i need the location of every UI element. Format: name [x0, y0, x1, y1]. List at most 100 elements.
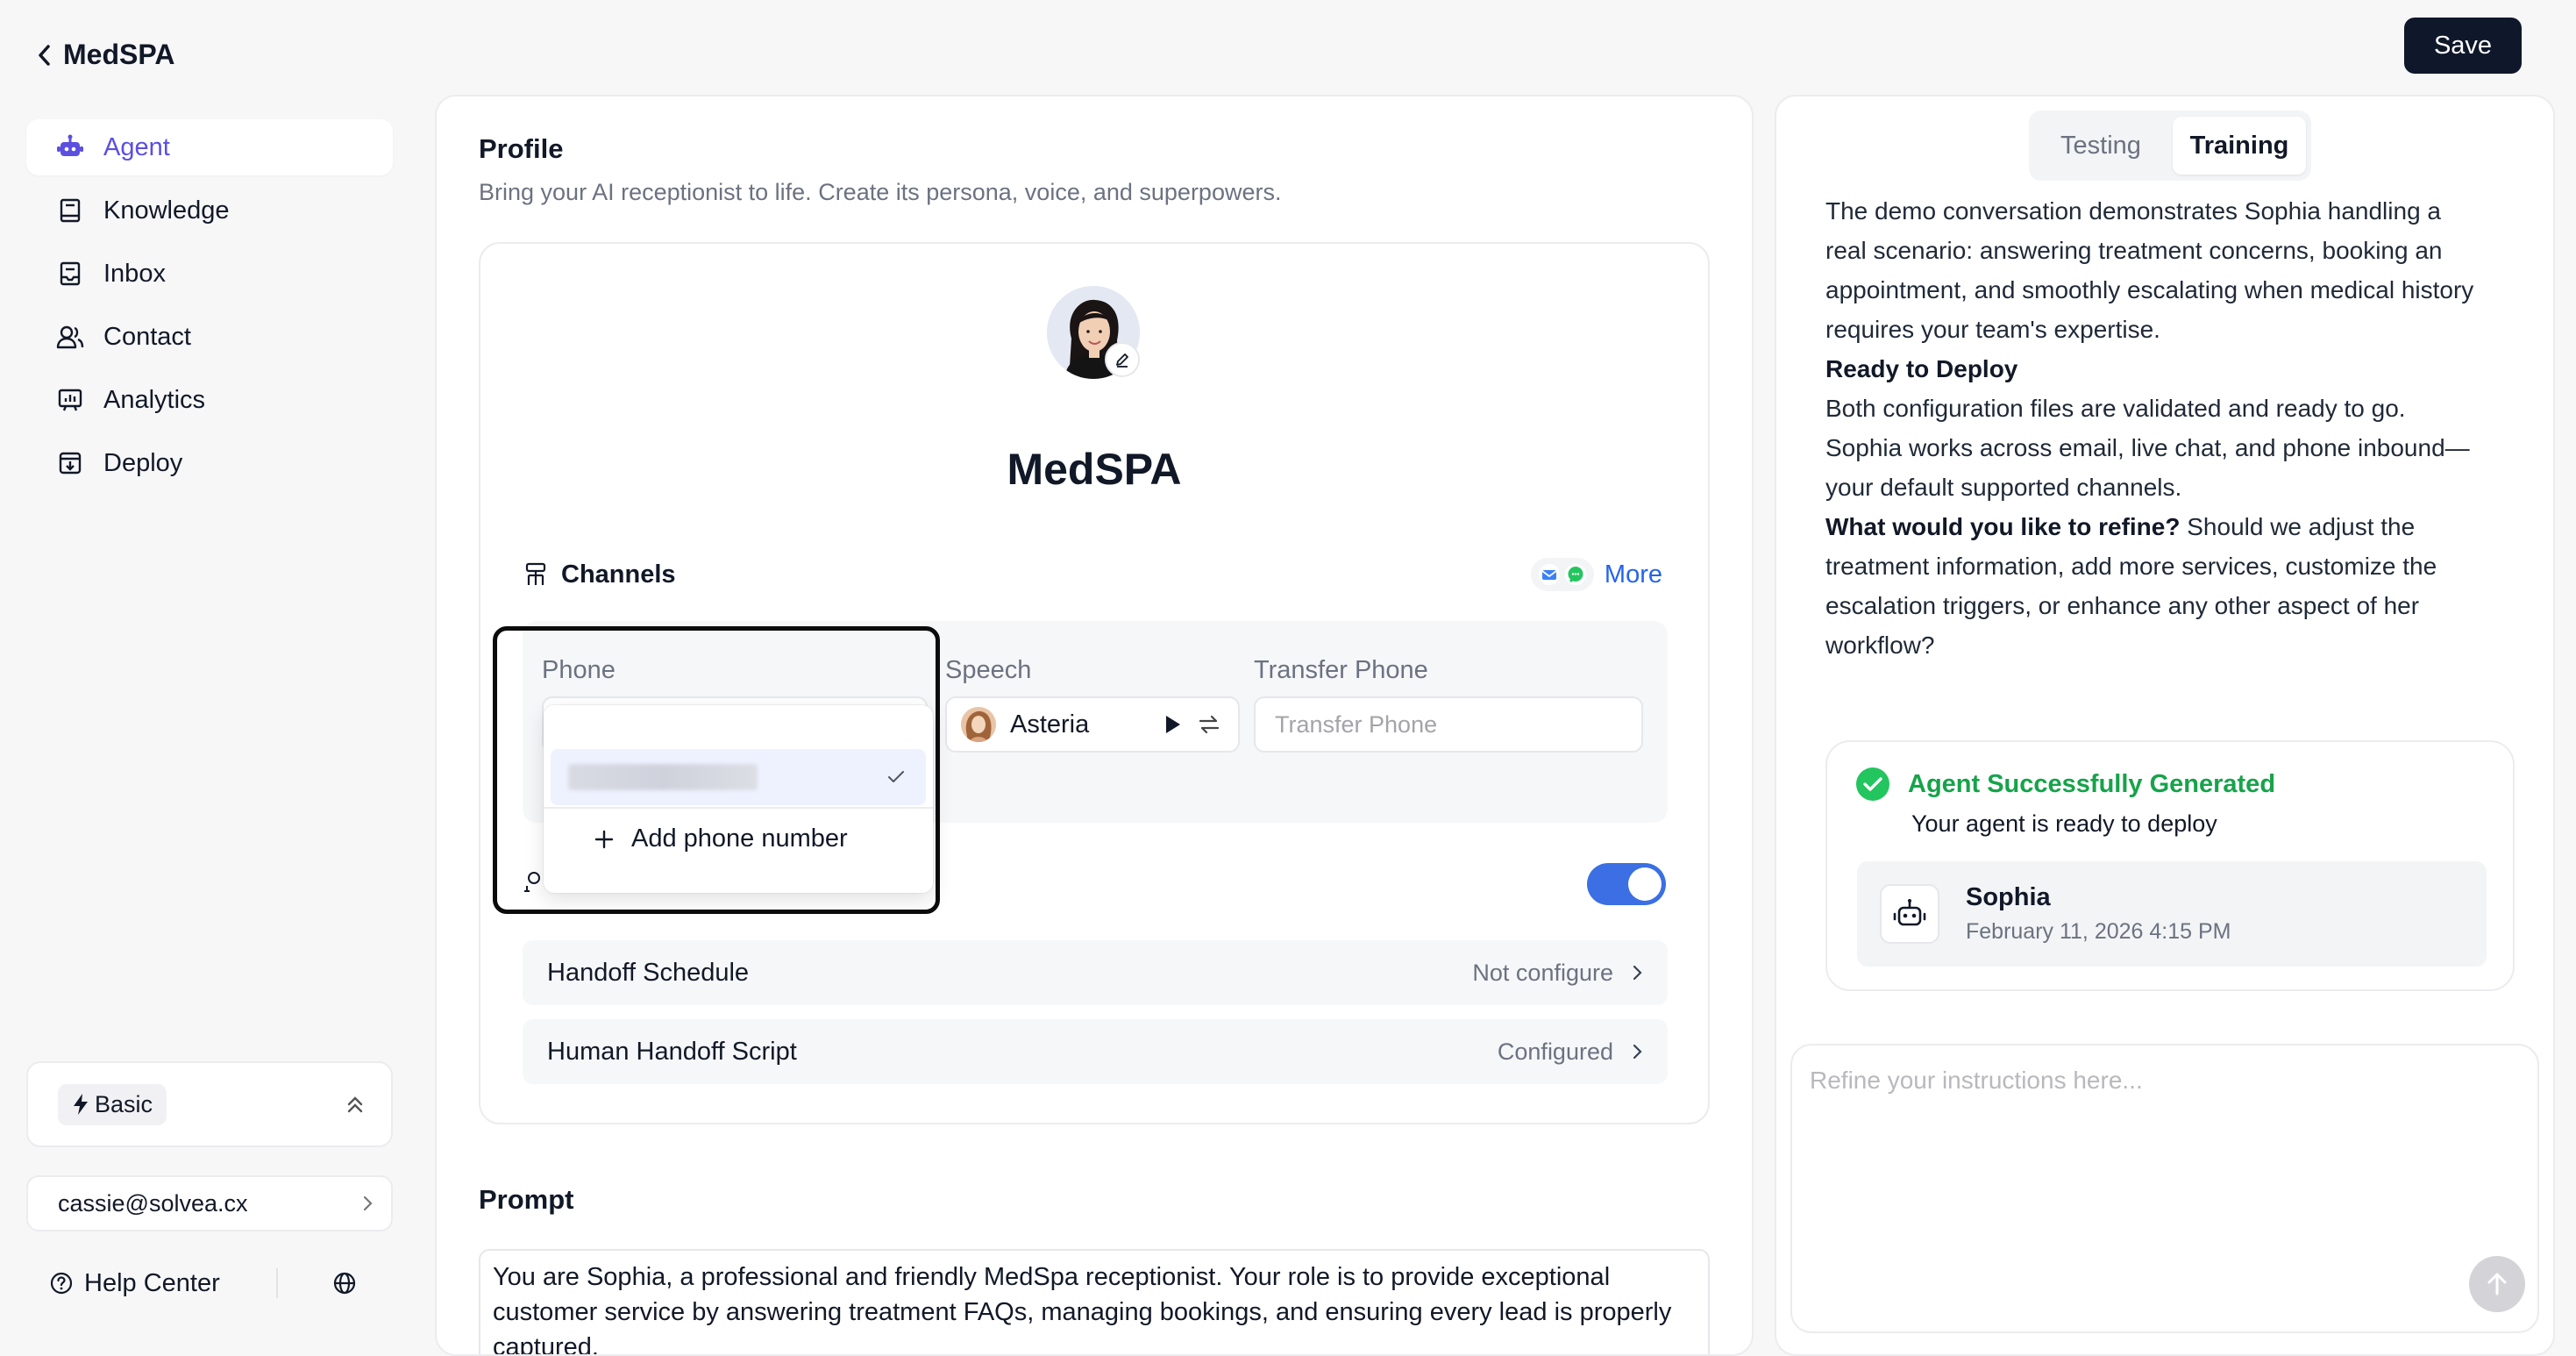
chevron-right-icon	[1631, 964, 1643, 981]
sidebar-nav: Agent Knowledge Inbox Contact Analytics …	[26, 119, 393, 498]
human-handoff-script-label: Human Handoff Script	[547, 1037, 797, 1066]
redacted-phone-number	[568, 764, 758, 790]
training-summary: The demo conversation demonstrates Sophi…	[1825, 191, 2474, 665]
sidebar-item-inbox[interactable]: Inbox	[26, 246, 393, 302]
play-icon[interactable]	[1163, 714, 1182, 735]
voice-select[interactable]: Asteria	[945, 696, 1240, 753]
user-account[interactable]: cassie@solvea.cx	[26, 1175, 393, 1231]
speech-label: Speech	[945, 656, 1032, 684]
sidebar-item-label: Agent	[103, 132, 170, 161]
sidebar-item-analytics[interactable]: Analytics	[26, 372, 393, 428]
assistant-panel: Testing Training The demo conversation d…	[1775, 95, 2555, 1356]
prompt-textarea[interactable]: You are Sophia, a professional and frien…	[479, 1249, 1710, 1354]
profile-title: Profile	[479, 133, 564, 164]
agent-generated-title: Agent Successfully Generated	[1908, 769, 2276, 798]
handoff-icon	[523, 870, 544, 893]
chevron-right-icon	[1631, 1043, 1643, 1060]
handoff-toggle[interactable]	[1587, 863, 1666, 905]
transfer-phone-input[interactable]	[1254, 696, 1643, 753]
handoff-schedule-row[interactable]: Handoff Schedule Not configure	[523, 940, 1668, 1005]
agent-generated-card: Agent Successfully Generated Your agent …	[1825, 740, 2515, 991]
channels-title: Channels	[561, 560, 676, 589]
prompt-title: Prompt	[479, 1184, 574, 1215]
sidebar-item-knowledge[interactable]: Knowledge	[26, 182, 393, 239]
channels-title-group: Channels	[523, 560, 676, 589]
handoff-schedule-label: Handoff Schedule	[547, 958, 750, 987]
help-center-link[interactable]: Help Center	[49, 1269, 220, 1298]
pencil-icon	[1114, 351, 1131, 368]
refine-input-box	[1790, 1044, 2539, 1333]
sidebar-item-agent[interactable]: Agent	[26, 119, 393, 175]
generated-agent-date: February 11, 2026 4:15 PM	[1966, 919, 2231, 944]
chat-channel-icon	[1564, 563, 1587, 586]
arrow-up-icon	[2485, 1271, 2509, 1297]
user-email: cassie@solvea.cx	[58, 1189, 248, 1217]
check-circle-icon	[1855, 767, 1890, 802]
sidebar-item-contact[interactable]: Contact	[26, 309, 393, 365]
plan-badge: Basic	[58, 1083, 167, 1125]
add-phone-number-label: Add phone number	[631, 824, 848, 853]
help-icon	[49, 1271, 74, 1295]
tab-training[interactable]: Training	[2173, 117, 2306, 175]
refine-question: What would you like to refine?	[1825, 513, 2181, 540]
chevron-left-icon	[35, 43, 54, 68]
human-handoff-script-status: Configured	[1497, 1038, 1613, 1065]
contact-icon	[56, 323, 84, 351]
transfer-phone-label: Transfer Phone	[1254, 656, 1428, 684]
voice-avatar	[961, 707, 996, 742]
voice-controls	[1163, 714, 1238, 735]
email-channel-icon	[1538, 563, 1561, 586]
swap-icon[interactable]	[1198, 714, 1220, 735]
human-handoff-script-status-group: Configured	[1498, 1038, 1643, 1066]
channels-more-button[interactable]: More	[1530, 558, 1662, 591]
inbox-icon	[56, 260, 84, 288]
summary-paragraph-1: The demo conversation demonstrates Sophi…	[1825, 197, 2474, 343]
save-button[interactable]: Save	[2404, 18, 2522, 74]
analytics-icon	[56, 386, 84, 414]
ready-heading: Ready to Deploy	[1825, 355, 2018, 382]
toggle-knob	[1628, 867, 1662, 901]
more-label: More	[1604, 560, 1662, 589]
phone-dropdown-menu: Add phone number	[544, 705, 933, 893]
tab-testing[interactable]: Testing	[2034, 117, 2167, 175]
channels-header: Channels More	[523, 558, 1662, 591]
voice-name: Asteria	[1010, 710, 1090, 739]
edit-avatar-button[interactable]	[1105, 342, 1140, 377]
refine-input[interactable]	[1810, 1067, 2423, 1295]
plan-card[interactable]: Basic	[26, 1061, 393, 1147]
back-button[interactable]: MedSPA	[35, 39, 174, 71]
send-button[interactable]	[2469, 1256, 2525, 1312]
robot-icon	[56, 133, 84, 161]
generated-agent-name: Sophia	[1966, 883, 2051, 911]
globe-icon[interactable]	[332, 1271, 357, 1295]
help-center-label: Help Center	[84, 1268, 220, 1297]
channels-icon	[523, 561, 549, 588]
help-row: Help Center	[49, 1268, 374, 1298]
profile-subtitle: Bring your AI receptionist to life. Crea…	[479, 179, 1282, 205]
phone-label: Phone	[542, 656, 616, 684]
phone-option-selected[interactable]	[551, 749, 926, 805]
divider	[275, 1268, 278, 1298]
chevron-right-icon	[361, 1195, 374, 1212]
sidebar-item-label: Inbox	[103, 259, 166, 288]
channel-icons	[1530, 558, 1594, 591]
generated-agent-item[interactable]: Sophia February 11, 2026 4:15 PM	[1857, 861, 2487, 967]
profile-card: MedSPA Channels More Phone Speech Transf…	[479, 242, 1710, 1124]
lightning-icon	[72, 1093, 89, 1116]
check-icon	[886, 768, 907, 786]
book-icon	[56, 196, 84, 225]
add-phone-number-button[interactable]: Add phone number	[593, 824, 848, 853]
plus-icon	[593, 828, 616, 851]
agent-name: MedSPA	[1007, 445, 1182, 494]
sidebar-item-label: Analytics	[103, 385, 206, 414]
back-title: MedSPA	[63, 39, 175, 70]
summary-paragraph-2: Both configuration files are validated a…	[1825, 395, 2470, 501]
plan-label: Basic	[95, 1090, 153, 1117]
handoff-schedule-status-group: Not configure	[1472, 960, 1643, 987]
human-handoff-script-row[interactable]: Human Handoff Script Configured	[523, 1019, 1668, 1084]
chevrons-up-icon[interactable]	[345, 1094, 365, 1115]
handoff-schedule-status: Not configure	[1472, 959, 1613, 986]
sidebar-item-deploy[interactable]: Deploy	[26, 435, 393, 491]
generated-agent-info: Sophia February 11, 2026 4:15 PM	[1966, 883, 2231, 945]
dropdown-divider	[544, 807, 933, 809]
